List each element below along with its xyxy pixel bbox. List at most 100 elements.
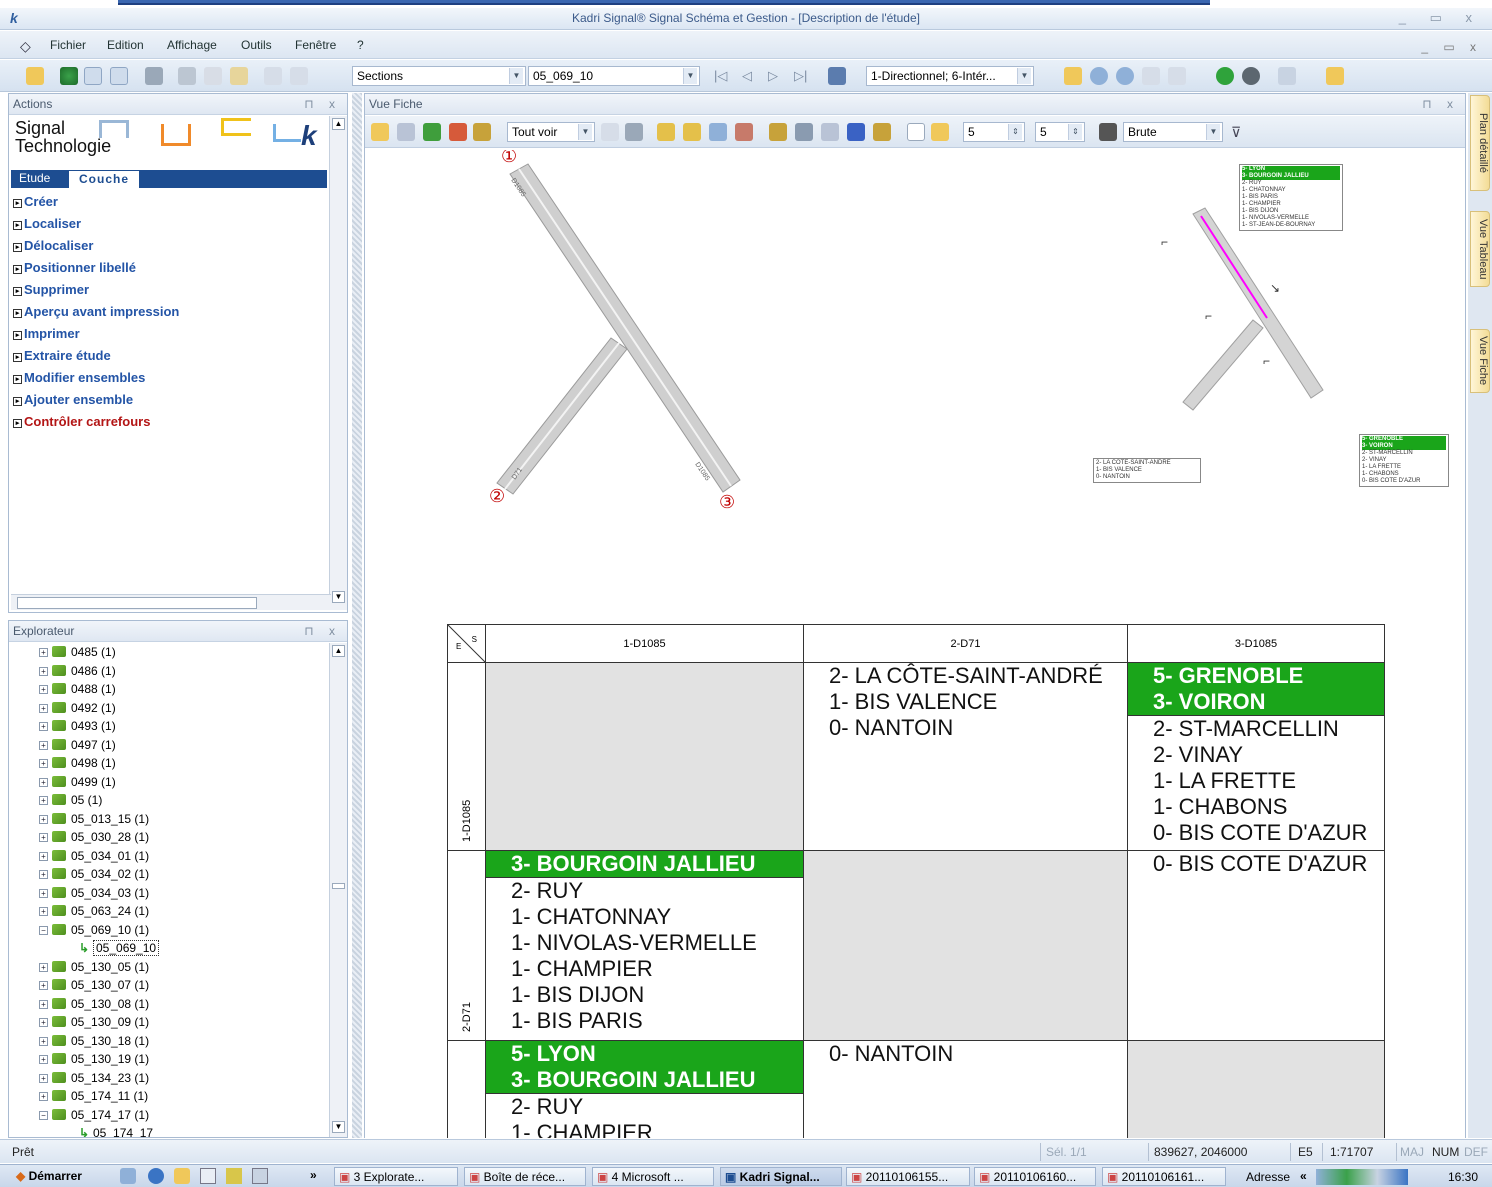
taskbar-button[interactable]: ▣ 3 Explorate... bbox=[334, 1167, 458, 1186]
action-item[interactable]: ▸ Positionner libellé bbox=[13, 260, 136, 275]
menu-fichier[interactable]: Fichier bbox=[50, 38, 86, 52]
expand-icon[interactable]: + bbox=[39, 703, 48, 713]
tree-item[interactable]: +05 (1) bbox=[39, 793, 102, 807]
tree-item[interactable]: ↳ 05_174_17 bbox=[79, 1126, 153, 1137]
action-item[interactable]: ▸ Aperçu avant impression bbox=[13, 304, 179, 319]
paint-icon[interactable] bbox=[873, 123, 891, 141]
tree-item[interactable]: +05_034_03 (1) bbox=[39, 886, 149, 900]
expand-icon[interactable]: + bbox=[39, 1073, 48, 1083]
app-quick-icon[interactable] bbox=[226, 1168, 242, 1184]
expand-icon[interactable]: + bbox=[39, 1092, 48, 1101]
chevron-left-icon[interactable]: « bbox=[1300, 1169, 1307, 1183]
action-item[interactable]: ▸ Supprimer bbox=[13, 282, 89, 297]
tab-couche[interactable]: Couche bbox=[69, 171, 140, 188]
tools-icon[interactable] bbox=[769, 123, 787, 141]
expand-icon[interactable]: + bbox=[39, 777, 48, 787]
tree-item[interactable]: +05_013_15 (1) bbox=[39, 812, 149, 826]
ie-icon[interactable] bbox=[148, 1168, 164, 1184]
tree-item[interactable]: +05_034_01 (1) bbox=[39, 849, 149, 863]
view-select[interactable]: Tout voir ▼ bbox=[507, 122, 595, 142]
tree-item[interactable]: +05_130_18 (1) bbox=[39, 1034, 149, 1048]
matrix-cell[interactable]: 0- BIS COTE D'AZUR bbox=[1127, 850, 1385, 1041]
curve-icon[interactable] bbox=[795, 123, 813, 141]
pin-close-icon[interactable]: ⊓ x bbox=[304, 97, 341, 111]
tree-item[interactable]: +05_134_23 (1) bbox=[39, 1071, 149, 1085]
last-record-icon[interactable]: ▷| bbox=[794, 67, 812, 85]
shapes-icon[interactable] bbox=[847, 123, 865, 141]
tree-item[interactable]: +0486 (1) bbox=[39, 664, 116, 678]
forward-icon[interactable] bbox=[1242, 67, 1260, 85]
sections-select[interactable]: Sections ▼ bbox=[352, 66, 526, 86]
calculator-icon[interactable] bbox=[252, 1168, 268, 1184]
tab-vue-fiche[interactable]: Vue Fiche bbox=[1470, 329, 1490, 393]
checkbox-icon[interactable] bbox=[907, 123, 925, 141]
action-item[interactable]: ▸ Ajouter ensemble bbox=[13, 392, 133, 407]
menu-help[interactable]: ? bbox=[357, 38, 364, 52]
binoculars-icon[interactable] bbox=[828, 67, 846, 85]
expand-icon[interactable]: + bbox=[39, 722, 48, 731]
matrix-cell[interactable]: 3- BOURGOIN JALLIEU 2- RUY 1- CHATONNAY 1- … bbox=[485, 850, 804, 1041]
scroll-up-icon[interactable]: ▲ bbox=[332, 645, 345, 657]
matrix-cell[interactable] bbox=[803, 850, 1128, 1041]
export-icon[interactable] bbox=[1326, 67, 1344, 85]
expand-icon[interactable]: + bbox=[39, 759, 48, 768]
expand-icon[interactable]: + bbox=[39, 851, 48, 861]
expand-icon[interactable]: + bbox=[39, 648, 48, 657]
folder-icon[interactable] bbox=[174, 1168, 190, 1184]
action-item[interactable]: ▸ Créer bbox=[13, 194, 58, 209]
expand-icon[interactable]: + bbox=[39, 888, 48, 898]
action-item[interactable]: ▸ Délocaliser bbox=[13, 238, 93, 253]
undo-icon[interactable] bbox=[264, 67, 282, 85]
table-icon[interactable] bbox=[84, 67, 102, 85]
expand-icon[interactable]: + bbox=[39, 796, 48, 805]
globe-icon[interactable] bbox=[60, 67, 78, 85]
select-tool-icon[interactable] bbox=[371, 123, 389, 141]
expand-icon[interactable]: + bbox=[39, 833, 48, 842]
layout-icon[interactable] bbox=[657, 123, 675, 141]
menu-affichage[interactable]: Affichage bbox=[167, 38, 217, 52]
tree-item[interactable]: +0492 (1) bbox=[39, 701, 116, 715]
panel-splitter[interactable] bbox=[352, 93, 362, 1138]
image-icon[interactable] bbox=[709, 123, 727, 141]
scroll-thumb[interactable] bbox=[332, 883, 345, 889]
zoom-in-icon[interactable] bbox=[1090, 67, 1108, 85]
back-icon[interactable] bbox=[1216, 67, 1234, 85]
hscroll-thumb[interactable] bbox=[17, 597, 257, 609]
cross-tool-icon[interactable] bbox=[449, 123, 467, 141]
matrix-cell[interactable] bbox=[485, 662, 804, 851]
menu-edition[interactable]: Edition bbox=[107, 38, 144, 52]
tree-item[interactable]: +05_130_07 (1) bbox=[39, 978, 149, 992]
next-record-icon[interactable]: ▷ bbox=[768, 67, 786, 85]
text-abc-icon[interactable] bbox=[821, 123, 839, 141]
spin-value-1[interactable]: 5 ⇕ bbox=[963, 122, 1025, 142]
sign-icon[interactable] bbox=[683, 123, 701, 141]
tab-etude[interactable]: Etude bbox=[11, 170, 59, 188]
explorer-scrollbar[interactable]: ▲ ▼ bbox=[329, 643, 347, 1137]
tree-item[interactable]: +05_034_02 (1) bbox=[39, 867, 149, 881]
taskbar-button[interactable]: ▣ Boîte de réce... bbox=[464, 1167, 586, 1186]
tree-item[interactable]: − 05_174_17 (1) bbox=[39, 1108, 149, 1122]
move-tool-icon[interactable] bbox=[423, 123, 441, 141]
tree-item[interactable]: +0493 (1) bbox=[39, 719, 116, 733]
open-folder-icon[interactable] bbox=[26, 67, 44, 85]
pin-close-icon[interactable]: ⊓ x bbox=[1422, 97, 1459, 111]
copy-icon[interactable] bbox=[204, 67, 222, 85]
grid-mode-icon[interactable] bbox=[1099, 123, 1117, 141]
tree-item[interactable]: +05_130_19 (1) bbox=[39, 1052, 149, 1066]
tree-item[interactable]: +0498 (1) bbox=[39, 756, 116, 770]
cut-icon[interactable] bbox=[178, 67, 196, 85]
expand-icon[interactable]: + bbox=[39, 1018, 48, 1027]
scroll-down-icon[interactable]: ▼ bbox=[332, 1121, 345, 1133]
tree-item[interactable]: ↳ 05_069_10 bbox=[79, 940, 160, 956]
edit-pen-icon[interactable] bbox=[1168, 67, 1186, 85]
paste-icon[interactable] bbox=[230, 67, 248, 85]
tree-item[interactable]: +05_130_08 (1) bbox=[39, 997, 149, 1011]
matrix-cell[interactable]: 5- GRENOBLE 3- VOIRON 2- ST-MARCELLIN 2- VI… bbox=[1127, 662, 1385, 851]
expand-icon[interactable]: + bbox=[39, 962, 48, 972]
taskbar-button[interactable]: ▣ 4 Microsoft ... bbox=[592, 1167, 714, 1186]
action-item[interactable]: ▸ Modifier ensembles bbox=[13, 370, 145, 385]
menu-fenetre[interactable]: Fenêtre bbox=[295, 38, 336, 52]
redo-icon[interactable] bbox=[290, 67, 308, 85]
menu-outils[interactable]: Outils bbox=[241, 38, 272, 52]
mdi-controls[interactable]: _ ▭ x bbox=[1421, 40, 1482, 54]
